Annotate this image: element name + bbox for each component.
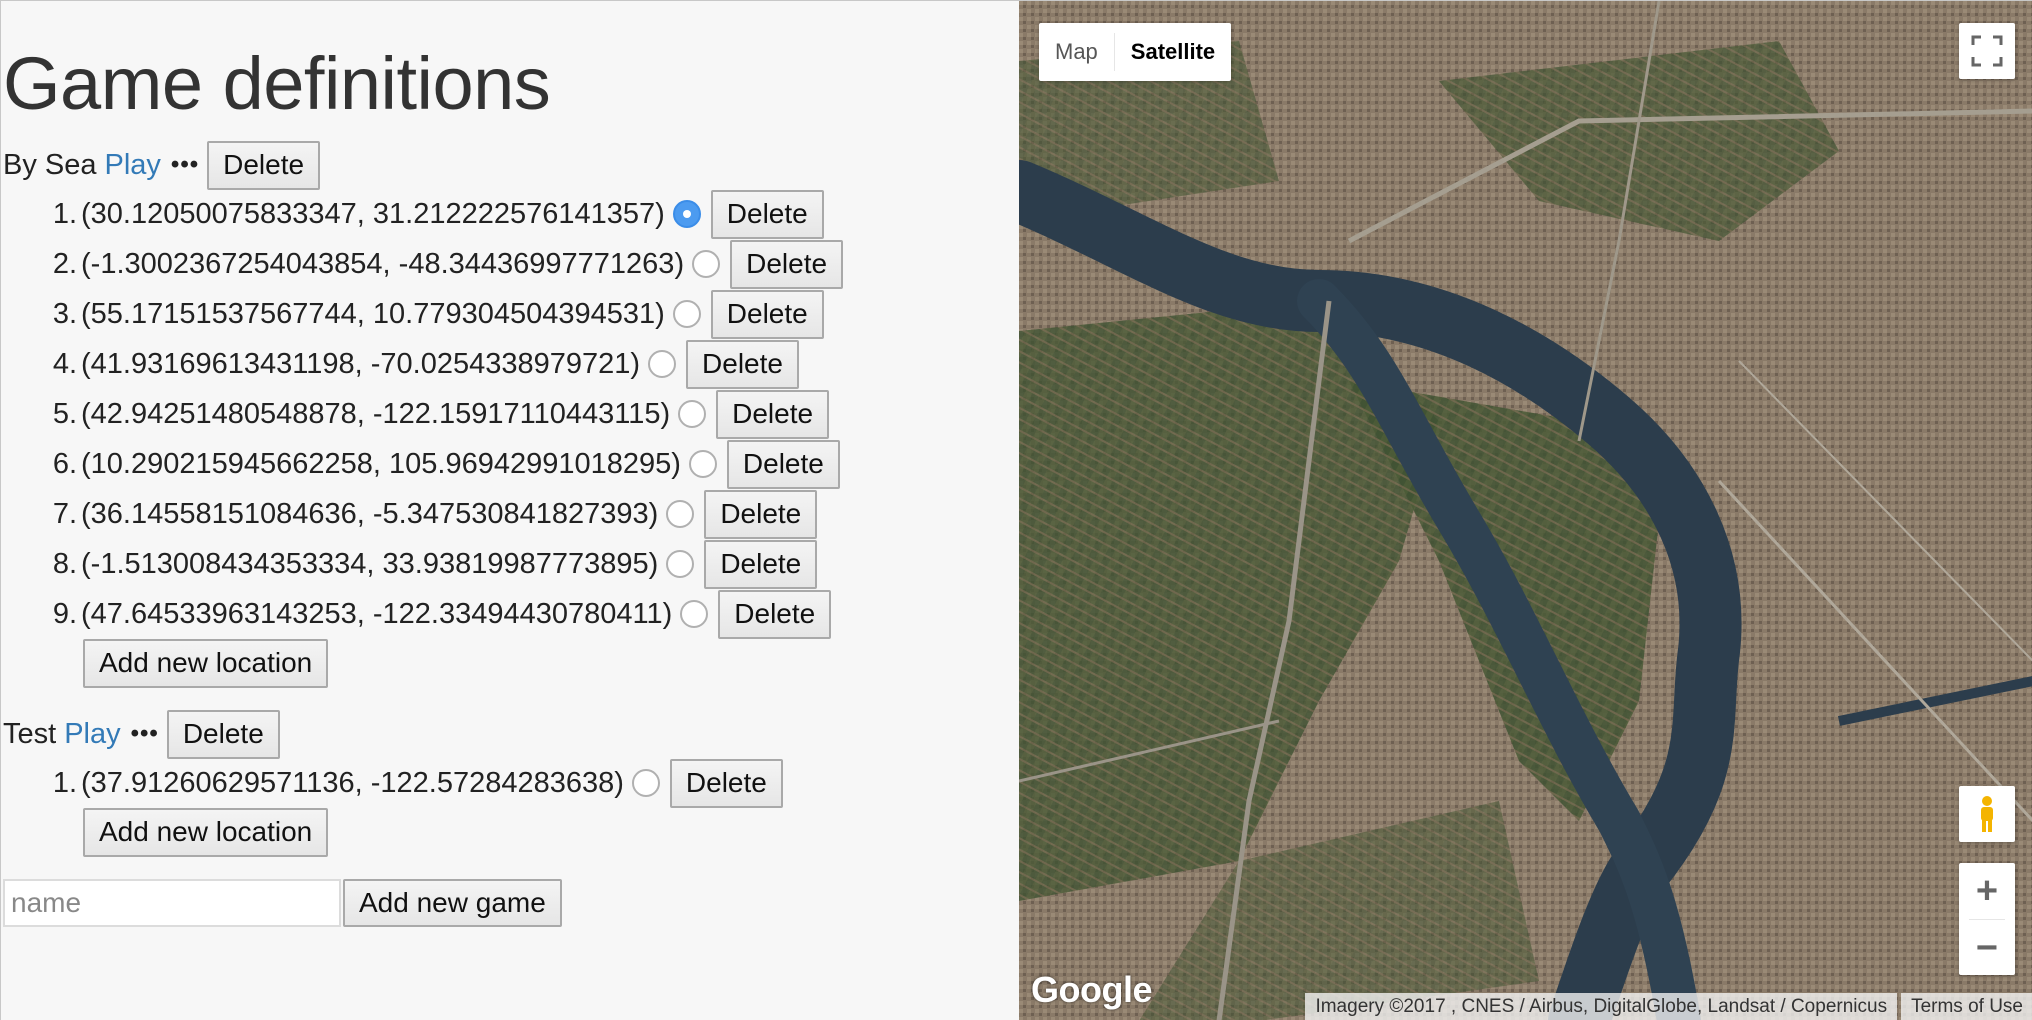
zoom-out-button[interactable]: − [1959, 920, 2015, 976]
delete-location-button[interactable]: Delete [669, 758, 783, 808]
location-coords: (47.64533963143253, -122.33494430780411) [81, 597, 673, 630]
delete-location-button[interactable]: Delete [718, 589, 832, 639]
location-list: 1. (30.12050075833347, 31.21222257614135… [3, 189, 844, 639]
location-coords: (55.17151537567744, 10.779304504394531) [81, 297, 665, 330]
delete-game-button[interactable]: Delete [166, 709, 280, 759]
delete-location-button[interactable]: Delete [710, 189, 824, 239]
more-options-icon[interactable]: ••• [131, 720, 159, 748]
location-coords: (36.14558151084636, -5.347530841827393) [81, 497, 659, 530]
location-list: 1. (37.91260629571136, -122.57284283638)… [3, 758, 783, 808]
location-number: 9. [52, 597, 77, 630]
add-game-button[interactable]: Add new game [343, 879, 562, 927]
game-test: Test Play ••• Delete 1. (37.912606295711… [3, 709, 783, 857]
location-radio[interactable] [688, 450, 717, 478]
location-number: 1. [52, 766, 77, 799]
list-item: 3. (55.17151537567744, 10.77930450439453… [3, 289, 843, 339]
list-item: 2. (-1.3002367254043854, -48.34436997771… [3, 239, 844, 289]
location-coords: (10.290215945662258, 105.96942991018295) [81, 447, 681, 480]
delete-location-button[interactable]: Delete [716, 389, 830, 439]
new-game-form: Add new game [3, 879, 562, 927]
list-item: 4. (41.93169613431198, -70.0254338979721… [3, 339, 843, 389]
list-item: 1. (30.12050075833347, 31.21222257614135… [3, 189, 843, 239]
map-type-map-button[interactable]: Map [1039, 23, 1114, 81]
map-attribution: Imagery ©2017 , CNES / Airbus, DigitalGl… [1305, 993, 2032, 1020]
location-radio[interactable] [680, 600, 709, 628]
location-radio[interactable] [672, 200, 701, 228]
location-number: 4. [52, 347, 77, 380]
game-name: By Sea [3, 148, 97, 181]
map-type-satellite-button[interactable]: Satellite [1115, 23, 1231, 81]
location-number: 2. [52, 247, 77, 280]
delete-location-button[interactable]: Delete [710, 289, 824, 339]
location-radio[interactable] [648, 350, 677, 378]
game-header: Test Play ••• Delete [3, 709, 783, 759]
add-location-button[interactable]: Add new location [83, 639, 329, 688]
location-number: 6. [52, 447, 77, 480]
fullscreen-icon[interactable] [1959, 23, 2015, 79]
location-coords: (-1.3002367254043854, -48.34436997771263… [81, 247, 685, 280]
google-logo[interactable]: Google [1031, 969, 1153, 1011]
add-location-button[interactable]: Add new location [83, 808, 329, 857]
location-coords: (30.12050075833347, 31.212222576141357) [81, 197, 665, 230]
location-coords: (42.94251480548878, -122.15917110443115) [81, 397, 671, 430]
list-item: 6. (10.290215945662258, 105.969429910182… [3, 439, 843, 489]
list-item: 9. (47.64533963143253, -122.334944307804… [3, 589, 843, 639]
delete-location-button[interactable]: Delete [726, 439, 840, 489]
play-link[interactable]: Play [64, 718, 120, 751]
map-view[interactable]: Map Satellite + − Google Imagery ©2017 , [1019, 1, 2032, 1020]
page-title: Game definitions [3, 42, 551, 125]
list-item: 5. (42.94251480548878, -122.159171104431… [3, 389, 843, 439]
location-radio[interactable] [672, 300, 701, 328]
delete-location-button[interactable]: Delete [686, 339, 799, 389]
app-page: Game definitions By Sea Play ••• Delete … [0, 0, 2032, 1020]
location-number: 1. [52, 197, 77, 230]
location-coords: (-1.513008434353334, 33.93819987773895) [81, 547, 659, 580]
game-by-sea: By Sea Play ••• Delete 1. (30.1205007583… [3, 140, 844, 688]
location-number: 8. [52, 547, 77, 580]
zoom-control: + − [1959, 863, 2015, 975]
location-number: 5. [52, 397, 77, 430]
location-radio[interactable] [666, 500, 695, 528]
game-name: Test [3, 717, 57, 750]
list-item: 7. (36.14558151084636, -5.34753084182739… [3, 489, 843, 539]
list-item: 8. (-1.513008434353334, 33.9381998777389… [3, 539, 843, 589]
game-header: By Sea Play ••• Delete [3, 140, 843, 190]
more-options-icon[interactable]: ••• [171, 151, 199, 179]
location-number: 3. [52, 297, 77, 330]
play-link[interactable]: Play [105, 149, 161, 182]
terms-link[interactable]: Terms of Use [1901, 993, 2032, 1020]
location-coords: (41.93169613431198, -70.0254338979721) [81, 347, 641, 380]
pegman-icon[interactable] [1959, 786, 2015, 842]
game-definitions-panel: Game definitions By Sea Play ••• Delete … [1, 1, 1019, 1020]
location-radio[interactable] [631, 769, 660, 797]
location-number: 7. [52, 497, 77, 530]
location-radio[interactable] [678, 400, 707, 428]
delete-location-button[interactable]: Delete [730, 239, 844, 289]
zoom-in-button[interactable]: + [1959, 863, 2015, 919]
delete-location-button[interactable]: Delete [704, 539, 818, 589]
location-coords: (37.91260629571136, -122.57284283638) [81, 766, 624, 799]
delete-location-button[interactable]: Delete [704, 489, 818, 539]
location-radio[interactable] [666, 550, 695, 578]
map-type-control: Map Satellite [1039, 23, 1232, 81]
location-radio[interactable] [692, 250, 721, 278]
satellite-imagery [1019, 1, 2032, 1020]
game-name-input[interactable] [3, 879, 341, 927]
imagery-attribution: Imagery ©2017 , CNES / Airbus, DigitalGl… [1305, 993, 1898, 1020]
delete-game-button[interactable]: Delete [207, 140, 321, 190]
list-item: 1. (37.91260629571136, -122.57284283638)… [3, 758, 783, 808]
